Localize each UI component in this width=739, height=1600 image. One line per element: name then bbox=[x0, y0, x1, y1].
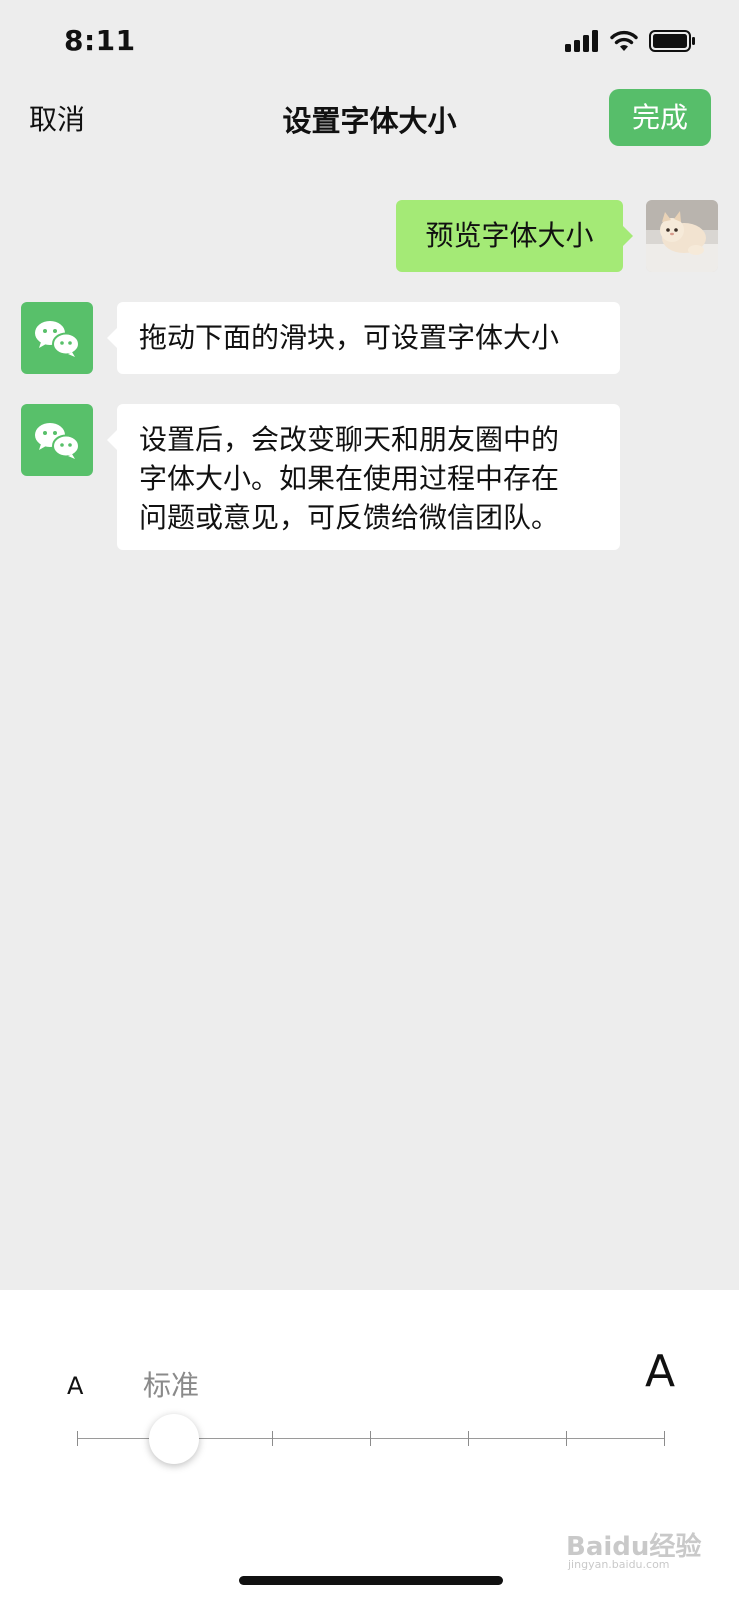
cat-photo-avatar bbox=[646, 200, 718, 272]
navigation-bar: 取消 设置字体大小 完成 bbox=[0, 86, 739, 146]
wechat-logo-icon bbox=[35, 321, 80, 357]
message-bubble-incoming: 拖动下面的滑块，可设置字体大小 bbox=[107, 302, 620, 374]
slider-tick bbox=[468, 1431, 469, 1446]
home-indicator[interactable] bbox=[239, 1576, 503, 1585]
done-button[interactable]: 完成 bbox=[609, 89, 711, 146]
status-bar: 8:11 bbox=[0, 0, 739, 90]
battery-icon bbox=[649, 30, 695, 52]
wifi-icon bbox=[610, 30, 638, 51]
watermark-url: jingyan.baidu.com bbox=[568, 1558, 670, 1571]
font-size-slider[interactable] bbox=[77, 1414, 665, 1464]
user-avatar[interactable] bbox=[646, 200, 718, 272]
status-icons bbox=[565, 30, 697, 52]
small-font-indicator: A bbox=[67, 1372, 84, 1400]
cancel-button[interactable]: 取消 bbox=[29, 98, 85, 138]
message-line: 设置后，会改变聊天和朋友圈中的 bbox=[139, 423, 560, 456]
slider-tick bbox=[77, 1431, 78, 1446]
slider-tick bbox=[566, 1431, 567, 1446]
message-line: 字体大小。如果在使用过程中存在 bbox=[139, 462, 560, 495]
wechat-logo-icon bbox=[35, 423, 80, 459]
slider-tick bbox=[664, 1431, 665, 1446]
message-line: 问题或意见，可反馈给微信团队。 bbox=[139, 501, 560, 534]
large-font-indicator: A bbox=[645, 1346, 676, 1397]
current-size-label: 标准 bbox=[143, 1369, 200, 1402]
cellular-signal-icon bbox=[565, 30, 598, 52]
message-bubble-incoming: 设置后，会改变聊天和朋友圈中的 字体大小。如果在使用过程中存在 问题或意见，可反… bbox=[107, 404, 620, 550]
slider-thumb[interactable] bbox=[149, 1414, 199, 1464]
message-bubble-outgoing: 预览字体大小 bbox=[396, 200, 633, 272]
wechat-team-avatar[interactable] bbox=[21, 404, 93, 476]
status-time: 8:11 bbox=[64, 24, 136, 57]
slider-tick bbox=[272, 1431, 273, 1446]
wechat-team-avatar[interactable] bbox=[21, 302, 93, 374]
font-size-panel: A 标准 A Baidu经验 jingyan.baidu.com bbox=[0, 1290, 739, 1600]
slider-tick bbox=[370, 1431, 371, 1446]
